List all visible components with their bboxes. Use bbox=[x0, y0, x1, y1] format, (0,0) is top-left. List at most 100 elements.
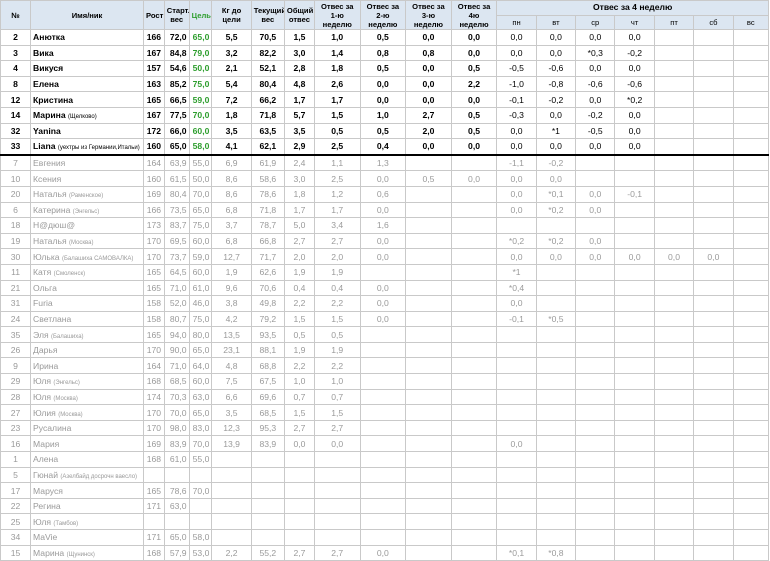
target-cell bbox=[188, 466, 213, 484]
day-cell bbox=[653, 451, 695, 468]
height-cell: 174 bbox=[143, 388, 165, 406]
week3-cell bbox=[405, 201, 452, 219]
row-num: 6 bbox=[0, 201, 32, 219]
start-weight-cell: 61,5 bbox=[163, 170, 190, 187]
height-cell: 173 bbox=[143, 217, 165, 234]
header-day: пн bbox=[496, 14, 537, 30]
height-cell: 171 bbox=[143, 497, 165, 515]
height-cell: 160 bbox=[143, 138, 165, 156]
table-row: 19 Наталья (Москва) 170 69,5 60,0 6,8 66,8 2,7 2… bbox=[0, 232, 770, 250]
start-weight-cell: 84,8 bbox=[163, 44, 190, 62]
header-day: ср bbox=[575, 14, 616, 30]
start-weight-cell: 70,0 bbox=[163, 404, 190, 421]
day-cell bbox=[653, 295, 695, 312]
week3-cell: 2,7 bbox=[405, 106, 452, 124]
day-cell bbox=[653, 60, 695, 77]
current-weight-cell: 52,1 bbox=[250, 60, 285, 77]
day-cell bbox=[732, 248, 770, 265]
participant-name-text: Ирина bbox=[33, 360, 59, 371]
to-target-cell: 6,8 bbox=[211, 201, 252, 219]
start-weight-cell: 83,9 bbox=[163, 435, 190, 453]
target-cell: 65,0 bbox=[188, 341, 213, 359]
row-num: 14 bbox=[0, 106, 32, 124]
table-row: 9 Ирина 164 71,0 64,0 4,8 68,8 2,2 2,2 bbox=[0, 357, 770, 375]
day-cell bbox=[614, 170, 655, 187]
to-target-cell: 23,1 bbox=[211, 341, 252, 359]
week3-cell: 0,5 bbox=[405, 170, 452, 187]
day-cell bbox=[496, 513, 537, 530]
table-row: 3 Вика 167 84,8 79,0 3,2 82,2 3,0 1,4 0,8 0,8 0,0 0,… bbox=[0, 44, 770, 62]
current-weight-cell: 62,1 bbox=[250, 138, 285, 156]
total-loss-cell: 1,9 bbox=[283, 263, 315, 281]
total-loss-cell: 1,9 bbox=[283, 341, 315, 359]
day-cell bbox=[575, 435, 616, 453]
row-num: 15 bbox=[0, 544, 32, 561]
participant-name: MaVie bbox=[30, 529, 144, 546]
week3-cell bbox=[405, 435, 452, 453]
target-cell: 70,0 bbox=[188, 482, 213, 499]
day-cell bbox=[575, 326, 616, 343]
day-cell bbox=[575, 170, 616, 187]
target-cell bbox=[188, 497, 213, 515]
participant-name-text: Кристина bbox=[33, 94, 74, 105]
day-cell bbox=[653, 435, 695, 453]
total-loss-cell bbox=[283, 497, 315, 515]
target-cell: 83,0 bbox=[188, 419, 213, 437]
week4-cell bbox=[450, 529, 498, 546]
week3-cell bbox=[405, 482, 452, 499]
row-num: 30 bbox=[0, 248, 32, 265]
current-weight-cell: 70,6 bbox=[250, 279, 285, 297]
day-cell bbox=[693, 295, 734, 312]
total-loss-cell: 5,7 bbox=[283, 106, 315, 124]
week4-cell bbox=[450, 248, 498, 265]
current-weight-cell: 78,6 bbox=[250, 185, 285, 203]
day-cell bbox=[653, 201, 695, 219]
week4-cell bbox=[450, 263, 498, 281]
day-cell bbox=[732, 451, 770, 468]
day-cell bbox=[575, 497, 616, 515]
day-cell bbox=[693, 326, 734, 343]
day-cell bbox=[614, 373, 655, 390]
day-cell: 0,0 bbox=[614, 60, 655, 77]
participant-name-text: Ольга bbox=[33, 282, 57, 293]
day-cell bbox=[653, 91, 695, 108]
week4-cell bbox=[450, 154, 498, 172]
height-cell: 170 bbox=[143, 404, 165, 421]
target-cell: 55,0 bbox=[188, 451, 213, 468]
header-to-target: Кг до цели bbox=[211, 0, 252, 30]
participant-name: Юля (Москва) bbox=[30, 388, 144, 406]
to-target-cell: 5,5 bbox=[211, 29, 252, 46]
day-cell: *0,2 bbox=[535, 232, 577, 250]
day-cell: -0,8 bbox=[535, 75, 577, 93]
week1-cell: 1,7 bbox=[313, 201, 361, 219]
participant-name: Катя (Смоленск) bbox=[30, 263, 144, 281]
day-cell bbox=[535, 217, 577, 234]
participant-note: (Энгельс) bbox=[72, 208, 100, 215]
table-row: 1 Алена 168 61,0 55,0 bbox=[0, 451, 770, 468]
week2-cell: 0,0 bbox=[359, 279, 407, 297]
day-cell bbox=[653, 482, 695, 499]
day-cell: 0,0 bbox=[496, 435, 537, 453]
day-cell: 0,0 bbox=[614, 122, 655, 140]
participant-name: Марина (Щунинск) bbox=[30, 544, 144, 561]
to-target-cell: 1,8 bbox=[211, 106, 252, 124]
current-weight-cell: 93,5 bbox=[250, 326, 285, 343]
total-loss-cell: 0,5 bbox=[283, 326, 315, 343]
participant-name-text: Катерина bbox=[33, 204, 71, 215]
week2-cell: 0,0 bbox=[359, 248, 407, 265]
target-cell: 65,0 bbox=[188, 201, 213, 219]
target-cell bbox=[188, 513, 213, 530]
start-weight-cell: 94,0 bbox=[163, 326, 190, 343]
current-weight-cell: 61,9 bbox=[250, 154, 285, 172]
target-cell: 50,0 bbox=[188, 170, 213, 187]
day-cell bbox=[693, 529, 734, 546]
target-cell: 65,0 bbox=[188, 29, 213, 46]
day-cell bbox=[693, 232, 734, 250]
day-cell bbox=[693, 310, 734, 328]
day-cell: 0,0 bbox=[496, 44, 537, 62]
day-cell bbox=[693, 419, 734, 437]
week3-cell: 0,0 bbox=[405, 29, 452, 46]
target-cell: 63,0 bbox=[188, 388, 213, 406]
day-cell bbox=[653, 373, 695, 390]
day-cell bbox=[732, 466, 770, 484]
